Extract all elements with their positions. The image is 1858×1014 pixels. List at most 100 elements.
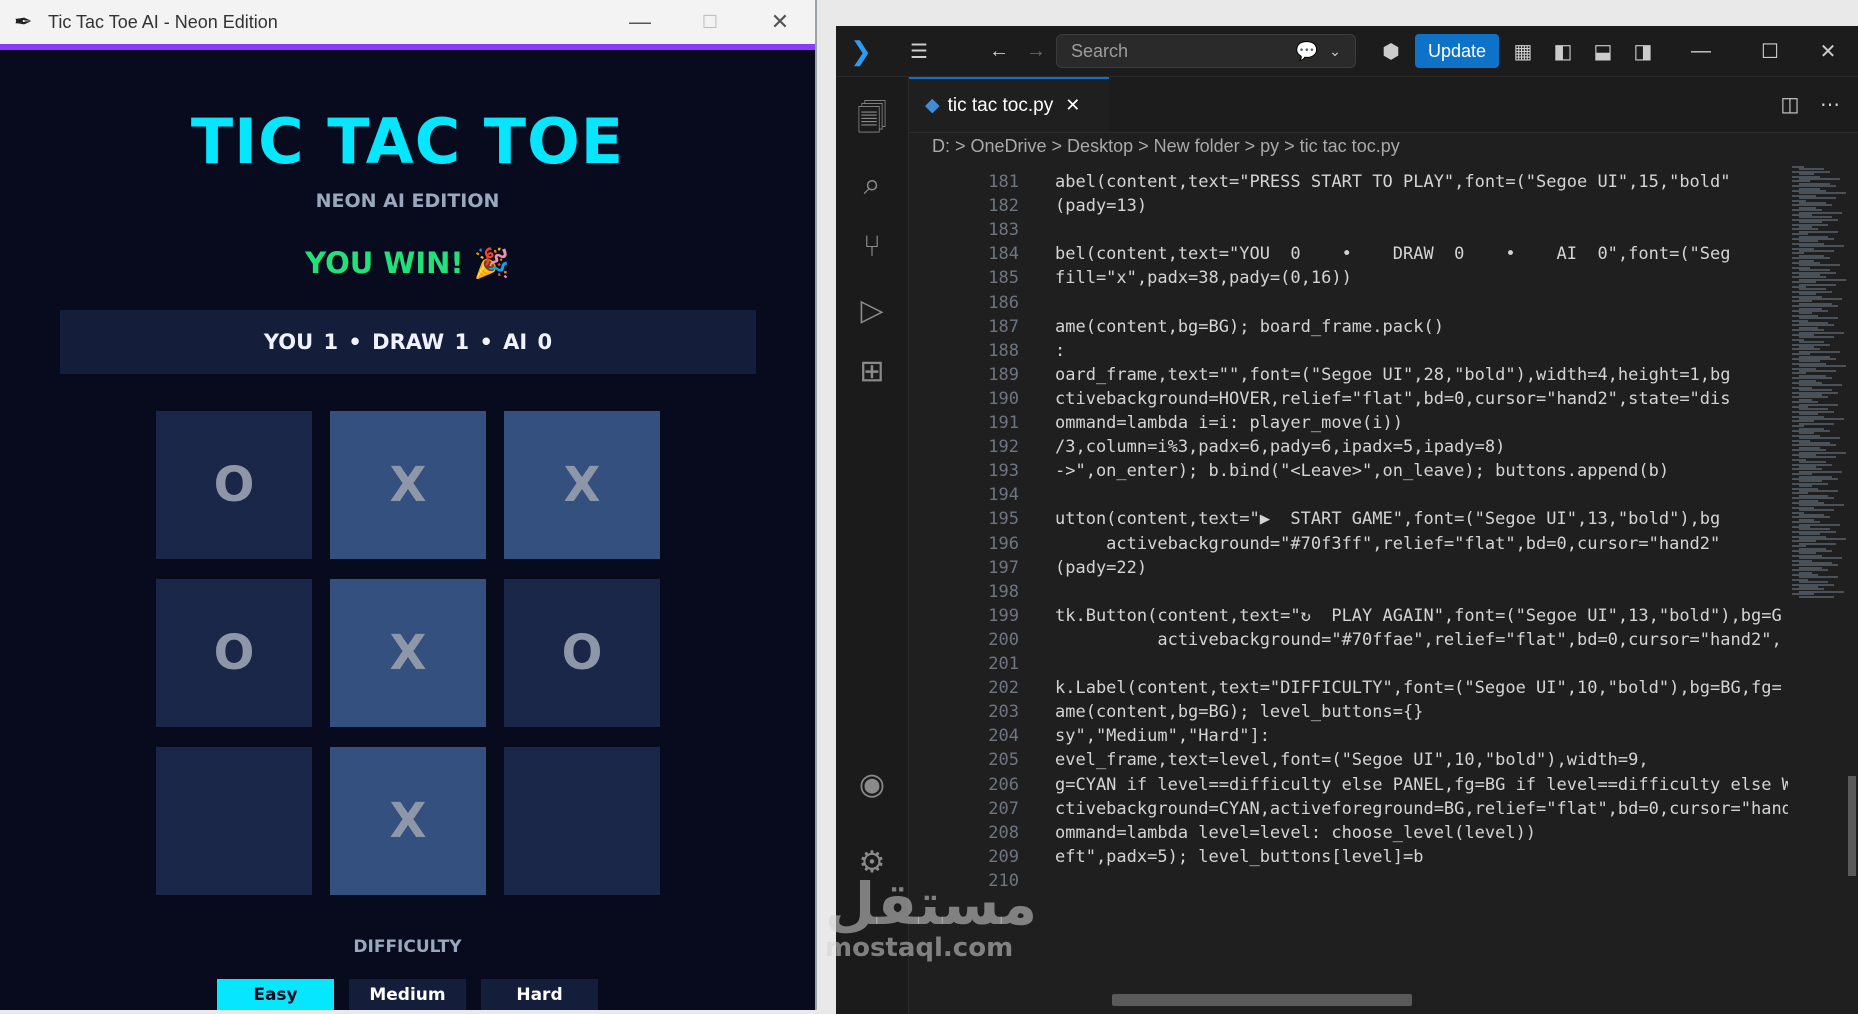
line-number: 181 bbox=[988, 172, 1019, 192]
close-button[interactable]: ✕ bbox=[745, 0, 815, 44]
menu-icon[interactable]: ☰ bbox=[904, 36, 934, 66]
code-line[interactable]: ->",on_enter); b.bind("<Leave>",on_leave… bbox=[1055, 461, 1669, 481]
tab-label: tic tac toc.py bbox=[947, 94, 1054, 116]
code-line[interactable]: ame(content,bg=BG); board_frame.pack() bbox=[1055, 317, 1444, 337]
code-line[interactable]: ctivebackground=CYAN,activeforeground=BG… bbox=[1055, 799, 1788, 819]
chevron-down-icon[interactable]: ⌄ bbox=[1325, 36, 1345, 66]
minimap-line bbox=[1799, 595, 1834, 598]
code-line[interactable]: activebackground="#70f3ff",relief="flat"… bbox=[1055, 534, 1720, 554]
line-number: 185 bbox=[988, 268, 1019, 289]
code-line[interactable]: abel(content,text="PRESS START TO PLAY",… bbox=[1055, 172, 1731, 192]
code-line[interactable]: fill="x",padx=38,pady=(0,16)) bbox=[1055, 268, 1352, 288]
code-line[interactable]: eft",padx=5); level_buttons[level]=b bbox=[1055, 847, 1423, 867]
back-arrow-icon[interactable]: ← bbox=[984, 36, 1014, 66]
line-number: 193 bbox=[988, 461, 1019, 482]
vscode-window: ❯ ☰ ← → Search 💬 ⌄ ⬢ Update ▦ ◧ ⬓ ◨ — ☐ … bbox=[836, 26, 1858, 1014]
breadcrumb[interactable]: D: > OneDrive > Desktop > New folder > p… bbox=[932, 136, 1400, 157]
toggle-sidebar-icon[interactable]: ◧ bbox=[1548, 36, 1578, 66]
toggle-panel-icon[interactable]: ⬓ bbox=[1588, 36, 1618, 66]
code-line[interactable]: oard_frame,text="",font=("Segoe UI",28,"… bbox=[1055, 365, 1731, 385]
game-window-title: Tic Tac Toe AI - Neon Edition bbox=[48, 11, 278, 32]
board-cell-1[interactable]: X bbox=[330, 411, 486, 559]
board-cell-4[interactable]: X bbox=[330, 579, 486, 727]
minimap[interactable] bbox=[1788, 162, 1846, 1012]
editor-tabs: ◆ tic tac toc.py ✕ ◫ ⋯ bbox=[909, 77, 1858, 133]
code-line[interactable]: ctivebackground=HOVER,relief="flat",bd=0… bbox=[1055, 389, 1731, 409]
game-subheading: NEON AI EDITION bbox=[315, 190, 500, 212]
line-number: 187 bbox=[988, 316, 1019, 337]
maximize-button[interactable]: ☐ bbox=[675, 0, 745, 44]
board-cell-6[interactable] bbox=[156, 747, 312, 895]
code-line[interactable]: sy","Medium","Hard"]: bbox=[1055, 726, 1270, 746]
code-line[interactable]: g=CYAN if level==difficulty else PANEL,f… bbox=[1055, 775, 1788, 795]
maximize-window-icon[interactable]: ☐ bbox=[1750, 36, 1790, 66]
line-number: 197 bbox=[988, 557, 1019, 578]
copilot-chat-icon[interactable]: 💬 bbox=[1292, 36, 1322, 66]
accounts-shield-icon[interactable]: ⬢ bbox=[1376, 36, 1406, 66]
minimap-line bbox=[1799, 336, 1834, 339]
board-cell-8[interactable] bbox=[504, 747, 660, 895]
tab-tic-tac-toc[interactable]: ◆ tic tac toc.py ✕ bbox=[909, 77, 1109, 132]
update-button[interactable]: Update bbox=[1415, 34, 1499, 68]
toggle-secondary-sidebar-icon[interactable]: ◨ bbox=[1628, 36, 1658, 66]
vscode-title-bar: ❯ ☰ ← → Search 💬 ⌄ ⬢ Update ▦ ◧ ⬓ ◨ — ☐ … bbox=[836, 26, 1858, 77]
tic-tac-toe-window: ✒ Tic Tac Toe AI - Neon Edition — ☐ ✕ TI… bbox=[0, 0, 817, 1010]
level-medium-button[interactable]: Medium bbox=[349, 979, 466, 1010]
code-line[interactable]: tk.Button(content,text="↻ PLAY AGAIN",fo… bbox=[1055, 606, 1782, 626]
code-line[interactable]: ame(content,bg=BG); level_buttons={} bbox=[1055, 702, 1423, 722]
line-number: 205 bbox=[988, 750, 1019, 771]
code-editor[interactable]: 181 abel(content,text="PRESS START TO PLA… bbox=[909, 162, 1788, 1014]
code-line[interactable]: activebackground="#70ffae",relief="flat"… bbox=[1055, 630, 1781, 650]
code-line[interactable]: : bbox=[1055, 341, 1065, 361]
horizontal-scrollbar[interactable] bbox=[1112, 994, 1412, 1006]
line-number: 182 bbox=[988, 196, 1019, 217]
line-number: 183 bbox=[988, 220, 1019, 241]
board-cell-0[interactable]: O bbox=[156, 411, 312, 559]
code-line[interactable]: utton(content,text="▶ START GAME",font=(… bbox=[1055, 509, 1720, 529]
extensions-warning-icon[interactable]: ⊞ bbox=[836, 341, 908, 401]
code-line[interactable]: (pady=22) bbox=[1055, 558, 1147, 578]
line-number: 191 bbox=[988, 413, 1019, 433]
board-cell-5[interactable]: O bbox=[504, 579, 660, 727]
line-number: 190 bbox=[988, 388, 1019, 409]
vertical-scrollbar[interactable] bbox=[1848, 776, 1856, 876]
minimize-window-icon[interactable]: — bbox=[1681, 36, 1721, 66]
split-editor-icon[interactable]: ◫ bbox=[1775, 89, 1805, 119]
code-line[interactable]: k.Label(content,text="DIFFICULTY",font=(… bbox=[1055, 678, 1782, 698]
minimap-line bbox=[1799, 422, 1834, 425]
board-cell-3[interactable]: O bbox=[156, 579, 312, 727]
line-number: 208 bbox=[988, 822, 1019, 843]
code-line[interactable]: bel(content,text="YOU 0 • DRAW 0 • AI 0"… bbox=[1055, 244, 1731, 264]
account-icon[interactable]: ◉ bbox=[836, 754, 908, 814]
code-line[interactable]: /3,column=i%3,padx=6,pady=6,ipadx=5,ipad… bbox=[1055, 437, 1505, 457]
minimize-button[interactable]: — bbox=[605, 0, 675, 44]
vscode-logo-icon: ❯ bbox=[850, 35, 872, 66]
level-hard-button[interactable]: Hard bbox=[481, 979, 598, 1010]
code-line[interactable]: (pady=13) bbox=[1055, 196, 1147, 216]
line-number: 198 bbox=[988, 581, 1019, 602]
forward-arrow-icon[interactable]: → bbox=[1021, 36, 1051, 66]
more-actions-icon[interactable]: ⋯ bbox=[1815, 89, 1845, 119]
line-number: 184 bbox=[988, 244, 1019, 265]
game-status: YOU WIN! 🎉 bbox=[305, 246, 510, 280]
board-cell-7[interactable]: X bbox=[330, 747, 486, 895]
code-line[interactable]: evel_frame,text=level,font=("Segoe UI",1… bbox=[1055, 750, 1649, 770]
board-cell-2[interactable]: X bbox=[504, 411, 660, 559]
score-panel: YOU 1 • DRAW 1 • AI 0 bbox=[60, 310, 756, 374]
run-debug-icon[interactable]: ▷ bbox=[836, 280, 908, 340]
line-number: 195 bbox=[988, 509, 1019, 530]
close-window-icon[interactable]: ✕ bbox=[1808, 36, 1848, 66]
layout-grid-icon[interactable]: ▦ bbox=[1508, 36, 1538, 66]
source-control-icon[interactable]: ⑂ bbox=[836, 217, 908, 277]
close-tab-icon[interactable]: ✕ bbox=[1065, 95, 1080, 116]
search-icon[interactable]: ⌕ bbox=[836, 155, 908, 215]
line-number: 186 bbox=[988, 292, 1019, 313]
level-easy-button[interactable]: Easy bbox=[217, 979, 334, 1010]
code-line[interactable]: ommand=lambda i=i: player_move(i)) bbox=[1055, 413, 1403, 433]
explorer-icon[interactable]: 🗐 bbox=[836, 91, 908, 151]
line-number: 203 bbox=[988, 702, 1019, 723]
game-title-bar: ✒ Tic Tac Toe AI - Neon Edition — ☐ ✕ bbox=[0, 0, 815, 50]
minimap-line bbox=[1799, 250, 1834, 252]
line-number: 209 bbox=[988, 846, 1019, 867]
code-line[interactable]: ommand=lambda level=level: choose_level(… bbox=[1055, 823, 1536, 843]
